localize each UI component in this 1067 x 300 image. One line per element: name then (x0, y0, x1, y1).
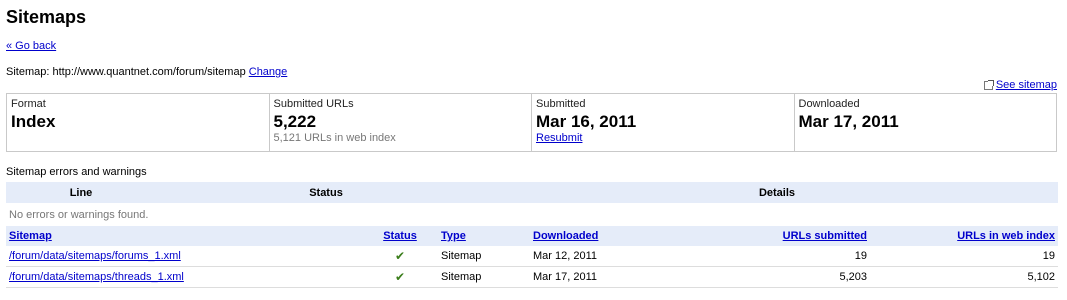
sitemap-summary: Format Index Submitted URLs 5,222 5,121 … (6, 93, 1057, 152)
sort-type[interactable]: Type (441, 230, 466, 242)
downloaded-cell: Mar 12, 2011 (530, 246, 680, 267)
submitted-urls-value: 5,222 (273, 112, 317, 131)
see-sitemap-link[interactable]: See sitemap (996, 79, 1057, 91)
submitted-cell: Submitted Mar 16, 2011 Resubmit (531, 94, 794, 151)
sort-status[interactable]: Status (383, 230, 417, 242)
urls-submitted-cell: 19 (680, 246, 870, 267)
urls-in-index-cell: 5,102 (870, 266, 1058, 288)
see-sitemap[interactable]: See sitemap (983, 79, 1057, 91)
downloaded-value: Mar 17, 2011 (798, 112, 899, 131)
sort-sitemap[interactable]: Sitemap (9, 230, 52, 242)
sitemap-link[interactable]: /forum/data/sitemaps/threads_1.xml (9, 271, 184, 283)
type-cell: Sitemap (438, 266, 530, 288)
urls-in-index: 5,121 URLs in web index (273, 132, 396, 144)
table-header-row: Sitemap Status Type Downloaded URLs subm… (6, 226, 1058, 246)
type-cell: Sitemap (438, 246, 530, 267)
change-link[interactable]: Change (249, 66, 288, 78)
errors-table-header: Line Status Details (6, 182, 1058, 203)
sitemap-link[interactable]: /forum/data/sitemaps/forums_1.xml (9, 250, 181, 262)
external-link-icon (983, 79, 994, 90)
go-back-link[interactable]: « Go back (6, 40, 56, 52)
check-icon: ✔ (394, 270, 406, 284)
downloaded-cell: Mar 17, 2011 (530, 266, 680, 288)
sitemap-url: http://www.quantnet.com/forum/sitemap (52, 66, 246, 78)
downloaded-label: Downloaded (798, 98, 860, 110)
format-cell: Format Index (7, 94, 269, 151)
page-title: Sitemaps (6, 7, 87, 27)
sort-urls-in-index[interactable]: URLs in web index (957, 230, 1055, 242)
format-label: Format (11, 98, 46, 110)
submitted-urls-label: Submitted URLs (273, 98, 354, 110)
urls-submitted-cell: 5,203 (680, 266, 870, 288)
urls-in-index-cell: 19 (870, 246, 1058, 267)
no-errors-message: No errors or warnings found. (9, 209, 149, 221)
submitted-label: Submitted (536, 98, 586, 110)
resubmit-link[interactable]: Resubmit (536, 132, 582, 144)
col-details: Details (758, 186, 796, 199)
check-icon: ✔ (394, 249, 406, 263)
sitemaps-table: Sitemap Status Type Downloaded URLs subm… (6, 226, 1058, 288)
submitted-value: Mar 16, 2011 (536, 112, 637, 131)
sort-downloaded[interactable]: Downloaded (533, 230, 598, 242)
table-row: /forum/data/sitemaps/threads_1.xml ✔ Sit… (6, 266, 1058, 288)
sort-urls-submitted[interactable]: URLs submitted (783, 230, 867, 242)
format-value: Index (11, 112, 56, 131)
submitted-urls-cell: Submitted URLs 5,222 5,121 URLs in web i… (268, 94, 532, 151)
sitemap-label: Sitemap: (6, 66, 50, 78)
col-line: Line (69, 186, 93, 199)
downloaded-cell: Downloaded Mar 17, 2011 (793, 94, 1057, 151)
errors-heading: Sitemap errors and warnings (6, 166, 147, 178)
col-status: Status (309, 186, 343, 199)
sitemap-url-line: Sitemap: http://www.quantnet.com/forum/s… (6, 66, 287, 78)
table-row: /forum/data/sitemaps/forums_1.xml ✔ Site… (6, 246, 1058, 267)
